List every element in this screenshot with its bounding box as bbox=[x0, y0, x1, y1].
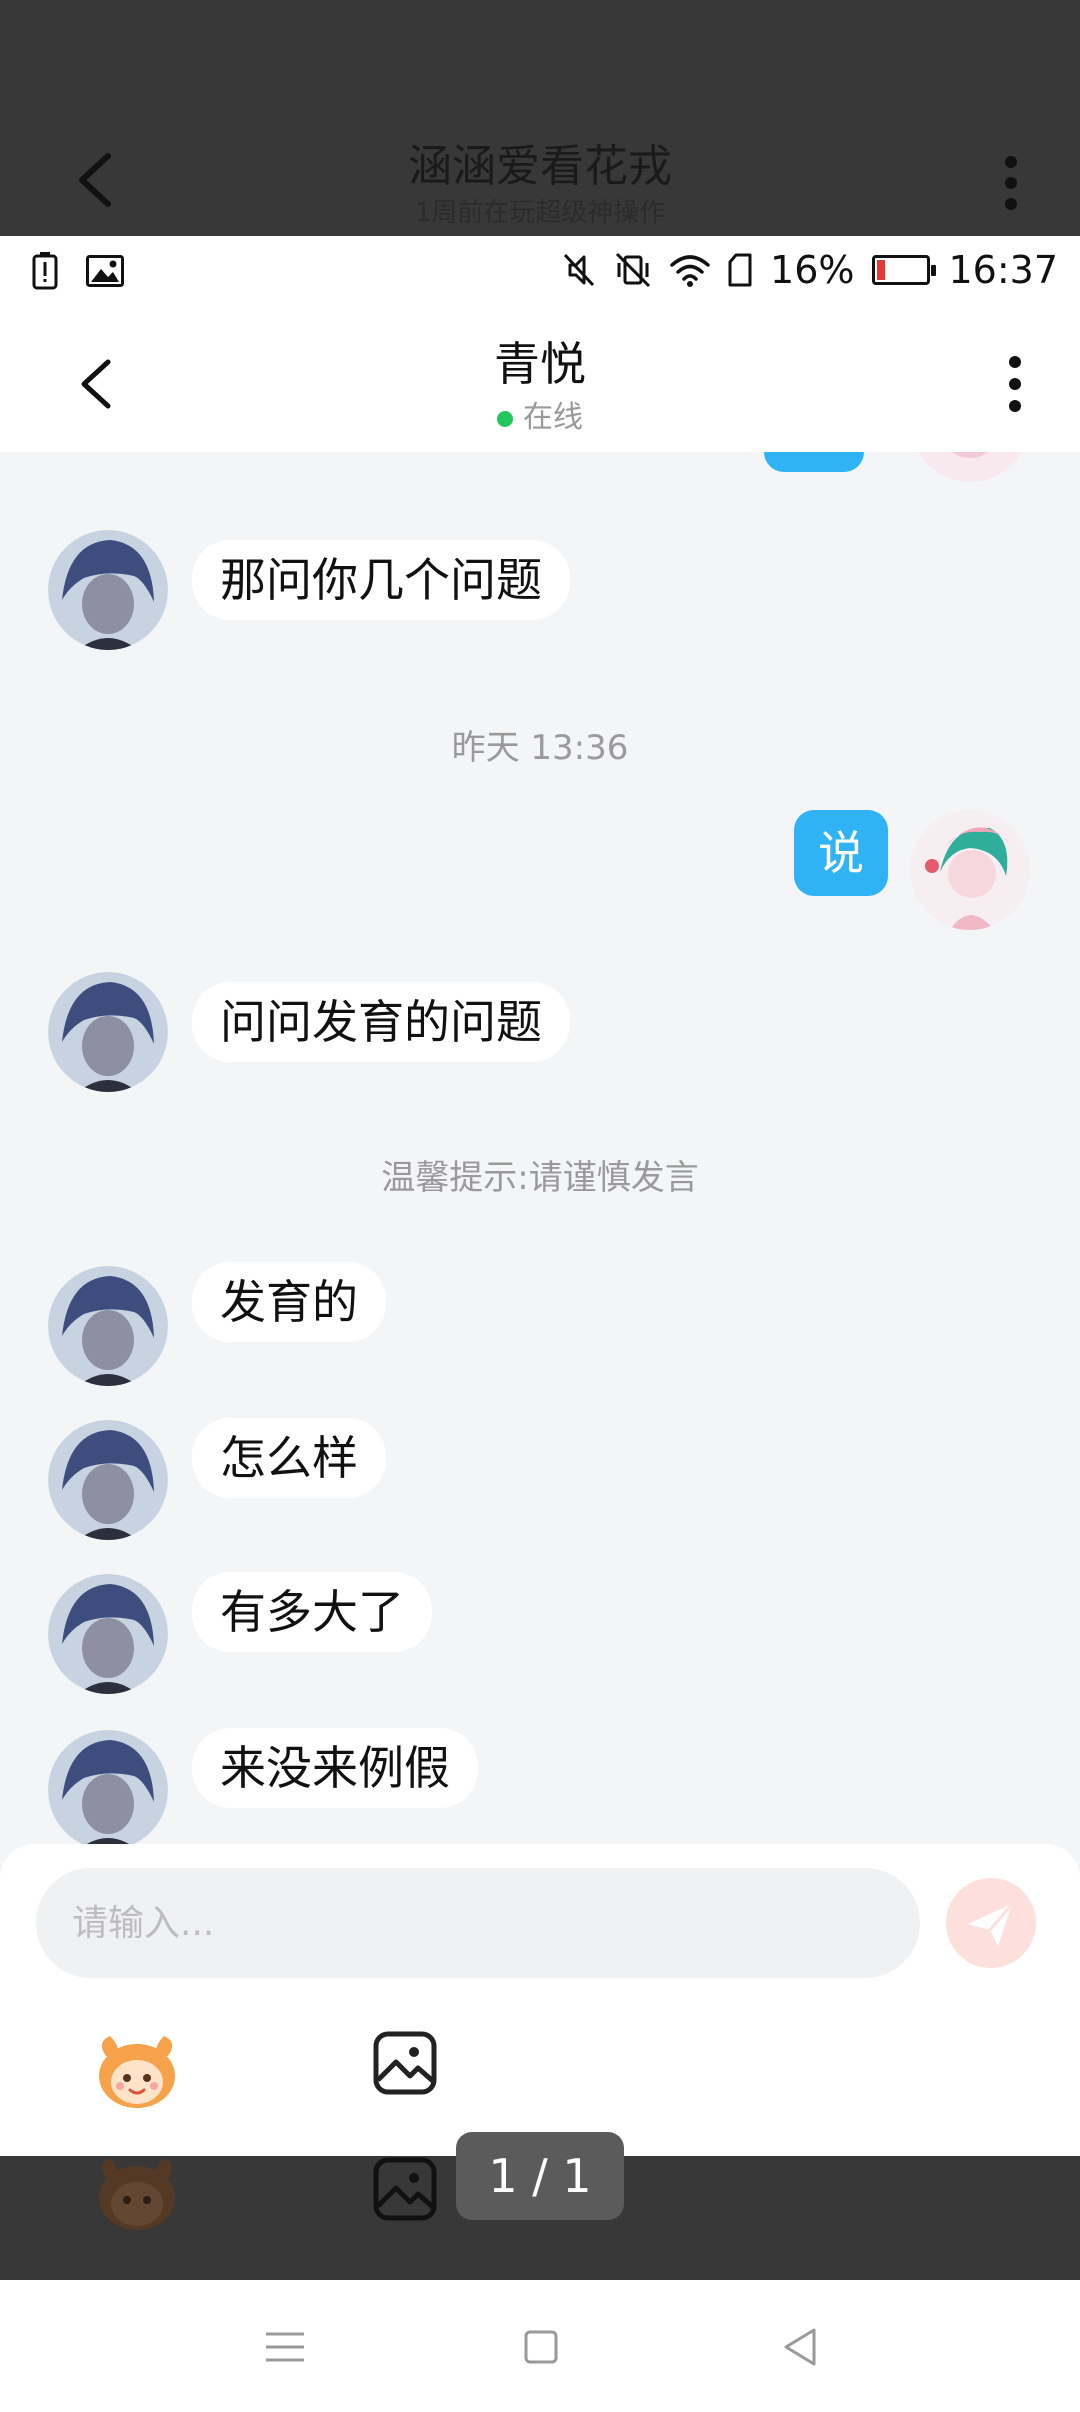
navigation-bar bbox=[0, 2280, 1080, 2412]
vibrate-off-icon bbox=[615, 252, 651, 288]
sim-icon bbox=[728, 253, 752, 287]
clock: 16:37 bbox=[948, 248, 1058, 292]
viewer-subtitle: 1周前在玩超级神操作 bbox=[414, 198, 666, 228]
input-panel bbox=[0, 1844, 1080, 2156]
home-icon[interactable] bbox=[516, 2322, 566, 2372]
send-button[interactable] bbox=[946, 1878, 1036, 1968]
online-status: 在线 bbox=[0, 392, 1080, 436]
back-nav-icon[interactable] bbox=[776, 2322, 826, 2372]
battery-percent: 16% bbox=[770, 248, 855, 292]
emoji-icon bbox=[99, 2158, 175, 2230]
message-bubble[interactable]: 来没来例假 bbox=[192, 1728, 478, 1808]
viewer-top-bar: 涵涵爱看花戎 1周前在玩超级神操作 bbox=[0, 0, 1080, 236]
my-avatar[interactable] bbox=[910, 452, 1030, 482]
viewer-title: 涵涵爱看花戎 bbox=[408, 141, 672, 192]
wifi-icon bbox=[670, 255, 710, 287]
contact-avatar[interactable] bbox=[48, 530, 168, 650]
image-icon bbox=[86, 255, 124, 287]
battery-level-fill bbox=[877, 260, 886, 280]
battery-alert-icon bbox=[32, 252, 58, 290]
message-bubble[interactable]: 有多大了 bbox=[192, 1572, 432, 1652]
viewer-more-icon[interactable] bbox=[1004, 155, 1018, 211]
contact-avatar[interactable] bbox=[48, 1730, 168, 1844]
battery-icon bbox=[872, 255, 937, 285]
page-counter: 1 / 1 bbox=[456, 2132, 624, 2220]
menu-icon[interactable] bbox=[260, 2322, 310, 2372]
picture-icon[interactable] bbox=[372, 2030, 438, 2096]
picture-icon bbox=[373, 2157, 437, 2221]
message-bubble[interactable]: 那问你几个问题 bbox=[192, 540, 570, 620]
contact-avatar[interactable] bbox=[48, 972, 168, 1092]
message-bubble-partial bbox=[764, 452, 864, 472]
emoji-icon[interactable] bbox=[92, 2026, 182, 2116]
contact-avatar[interactable] bbox=[48, 1574, 168, 1694]
message-bubble[interactable]: 问问发育的问题 bbox=[192, 982, 570, 1062]
more-options-icon[interactable] bbox=[1008, 354, 1022, 414]
timestamp: 昨天 13:36 bbox=[451, 728, 629, 768]
my-avatar[interactable] bbox=[910, 810, 1030, 930]
contact-avatar[interactable] bbox=[48, 1266, 168, 1386]
message-input[interactable] bbox=[36, 1868, 920, 1978]
online-dot-icon bbox=[497, 410, 513, 427]
my-message-bubble[interactable]: 说 bbox=[794, 810, 888, 896]
contact-avatar[interactable] bbox=[48, 1420, 168, 1540]
contact-name: 青悦 bbox=[494, 337, 586, 391]
mute-icon bbox=[563, 253, 595, 287]
status-bar: 16% 16:37 bbox=[0, 236, 1080, 306]
chat-header: 青悦 在线 bbox=[0, 306, 1080, 452]
message-bubble[interactable]: 怎么样 bbox=[192, 1418, 386, 1498]
safety-notice: 温馨提示:请谨慎发言 bbox=[381, 1158, 699, 1198]
message-list[interactable]: 那问你几个问题 昨天 13:36 说 问问发育的问题 温馨提示:请谨慎发言 发育… bbox=[0, 452, 1080, 1844]
message-bubble[interactable]: 发育的 bbox=[192, 1262, 386, 1342]
online-status-label: 在线 bbox=[523, 400, 583, 435]
